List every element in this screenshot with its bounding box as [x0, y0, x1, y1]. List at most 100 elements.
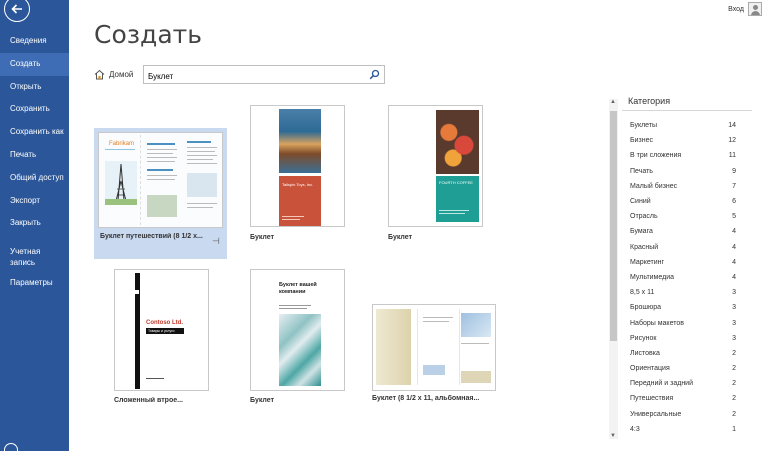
template-tile-travel-brochure[interactable]: Fabrikam Буклет путешествий (8 1/2 x... … — [94, 128, 227, 259]
thumb-text: Tailspin Toys, Inc. — [282, 182, 314, 187]
arrow-left-icon — [11, 4, 22, 14]
template-thumbnail — [372, 304, 496, 391]
backstage-sidebar: Сведения Создать Открыть Сохранить Сохра… — [0, 0, 69, 451]
scroll-up-icon[interactable]: ▲ — [610, 99, 616, 105]
category-name: Рисунок — [630, 334, 657, 342]
category-name: Буклеты — [630, 122, 658, 130]
category-name: 8,5 x 11 — [630, 289, 655, 297]
category-item[interactable]: Мультимедиа 4 — [622, 270, 752, 285]
signin[interactable]: Вход — [728, 2, 762, 16]
category-panel: Категория Буклеты 14 Бизнес 12 В три сложени… — [622, 96, 752, 437]
category-count: 4 — [732, 258, 736, 266]
template-thumbnail: Буклет вашей компании — [250, 269, 345, 391]
category-name: В три сложения — [630, 152, 682, 160]
sidebar-item-options[interactable]: Параметры — [0, 272, 69, 295]
category-count: 3 — [732, 304, 736, 312]
category-name: Маркетинг — [630, 258, 665, 266]
signin-label[interactable]: Вход — [728, 6, 744, 13]
page-title: Создать — [94, 20, 202, 49]
category-item[interactable]: Бумага 4 — [622, 224, 752, 239]
sidebar-item-export[interactable]: Экспорт — [0, 190, 69, 213]
thumb-text: Товары и услуги — [146, 328, 184, 334]
category-count: 1 — [732, 425, 736, 433]
category-name: Отрасль — [630, 213, 658, 221]
sidebar-item-account[interactable]: Учетная запись — [0, 242, 50, 272]
category-list: Буклеты 14 Бизнес 12 В три сложения 11 Печать 9… — [622, 118, 752, 437]
home-label[interactable]: Домой — [109, 70, 133, 79]
category-name: Ориентация — [630, 365, 670, 373]
category-item[interactable]: Универсальные 2 — [622, 407, 752, 422]
category-name: Мультимедиа — [630, 273, 674, 281]
category-item[interactable]: 4:3 1 — [622, 422, 752, 437]
template-caption: Буклет путешествий (8 1/2 x... — [100, 233, 203, 240]
template-thumbnail: FOURTH COFFEE — [388, 105, 483, 227]
template-thumbnail: Tailspin Toys, Inc. — [250, 105, 345, 227]
category-item[interactable]: Отрасль 5 — [622, 209, 752, 224]
category-name: Листовка — [630, 349, 660, 357]
category-name: Наборы макетов — [630, 319, 684, 327]
category-scrollbar[interactable]: ▲ ▼ — [609, 99, 618, 439]
pin-icon[interactable]: ⊣ — [212, 236, 220, 247]
category-name: Красный — [630, 243, 659, 251]
category-item[interactable]: Наборы макетов 3 — [622, 315, 752, 330]
template-caption: Буклет — [250, 234, 275, 241]
category-count: 3 — [732, 334, 736, 342]
category-item[interactable]: Бизнес 12 — [622, 133, 752, 148]
template-tile-contoso-trifold[interactable]: Contoso Ltd. Товары и услуги Сложенный в… — [112, 268, 212, 408]
home-link[interactable]: Домой — [94, 69, 133, 80]
sidebar-item-print[interactable]: Печать — [0, 144, 69, 167]
sidebar-bottom-icon — [4, 443, 18, 451]
category-item[interactable]: 8,5 x 11 3 — [622, 285, 752, 300]
search-input[interactable] — [144, 69, 358, 84]
scrollbar-thumb[interactable] — [610, 111, 617, 341]
category-count: 3 — [732, 289, 736, 297]
search-icon[interactable] — [369, 69, 380, 80]
category-item[interactable]: Буклеты 14 — [622, 118, 752, 133]
sidebar-item-info[interactable]: Сведения — [0, 30, 69, 53]
avatar[interactable] — [748, 2, 762, 16]
sidebar-item-open[interactable]: Открыть — [0, 76, 69, 99]
template-tile-landscape-brochure[interactable]: Буклет (8 1/2 x 11, альбомная... — [370, 303, 500, 409]
category-name: Брошюра — [630, 304, 662, 312]
category-count: 4 — [732, 273, 736, 281]
category-item[interactable]: Маркетинг 4 — [622, 255, 752, 270]
category-item[interactable]: Передний и задний 2 — [622, 376, 752, 391]
thumb-text: FOURTH COFFEE — [439, 180, 473, 185]
category-name: Передний и задний — [630, 380, 693, 388]
category-item[interactable]: Печать 9 — [622, 164, 752, 179]
back-button[interactable] — [4, 0, 30, 22]
category-count: 6 — [732, 198, 736, 206]
template-caption: Буклет (8 1/2 x 11, альбомная... — [372, 395, 480, 402]
template-caption: Сложенный втрое... — [114, 397, 183, 404]
category-count: 9 — [732, 167, 736, 175]
category-item[interactable]: Путешествия 2 — [622, 391, 752, 406]
search-box[interactable] — [143, 65, 385, 84]
home-icon — [94, 69, 105, 80]
category-item[interactable]: Красный 4 — [622, 240, 752, 255]
eiffel-tower-icon — [105, 161, 137, 205]
sidebar-nav: Сведения Создать Открыть Сохранить Сохра… — [0, 30, 69, 295]
category-count: 2 — [732, 395, 736, 403]
category-item[interactable]: Листовка 2 — [622, 346, 752, 361]
scroll-down-icon[interactable]: ▼ — [610, 433, 616, 439]
category-count: 2 — [732, 380, 736, 388]
category-item[interactable]: Рисунок 3 — [622, 331, 752, 346]
thumb-text: Буклет вашей компании — [279, 282, 317, 295]
category-count: 7 — [732, 182, 736, 190]
category-item[interactable]: Ориентация 2 — [622, 361, 752, 376]
category-item[interactable]: В три сложения 11 — [622, 148, 752, 163]
sidebar-item-save-as[interactable]: Сохранить как — [0, 121, 69, 144]
category-item[interactable]: Синий 6 — [622, 194, 752, 209]
template-tile-fourth-coffee[interactable]: FOURTH COFFEE Буклет — [386, 104, 486, 244]
template-tile-company-booklet[interactable]: Буклет вашей компании Буклет — [248, 268, 348, 408]
sidebar-item-close[interactable]: Закрыть — [0, 212, 69, 235]
sidebar-item-new[interactable]: Создать — [0, 52, 69, 76]
category-item[interactable]: Брошюра 3 — [622, 300, 752, 315]
template-tile-tailspin[interactable]: Tailspin Toys, Inc. Буклет — [248, 104, 348, 244]
sidebar-item-share[interactable]: Общий доступ — [0, 167, 69, 190]
category-name: Печать — [630, 167, 653, 175]
category-name: Универсальные — [630, 410, 682, 418]
category-item[interactable]: Малый бизнес 7 — [622, 179, 752, 194]
sidebar-item-save[interactable]: Сохранить — [0, 98, 69, 121]
category-count: 2 — [732, 365, 736, 373]
